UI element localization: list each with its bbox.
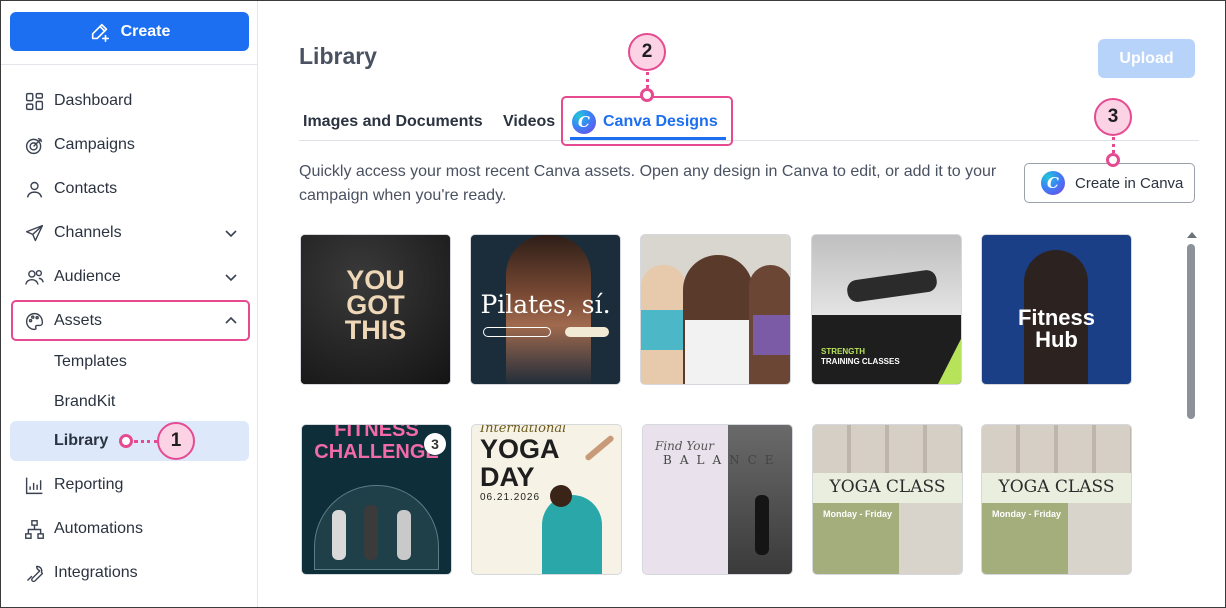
sidebar-item-reporting[interactable]: Reporting [10,466,249,504]
create-in-canva-button[interactable]: C Create in Canva [1024,163,1195,203]
pencil-plus-icon [91,23,109,42]
design-text: THIS [344,315,407,345]
design-text: Pilates, sí. [480,290,611,319]
design-text: TRAINING CLASSES [821,357,900,366]
callout-3-anchor [1106,153,1120,167]
callout-2-anchor [640,88,654,102]
design-thumbnail-yoga-day[interactable]: International YOGA DAY 06.21.2026 [471,424,622,575]
callout-2: 2 [628,33,666,71]
sidebar-item-dashboard[interactable]: Dashboard [10,82,249,120]
design-text: YOGA CLASS [829,477,946,497]
sidebar: Create Dashboard Campaigns Contacts Chan… [1,1,258,607]
app-window: Create Dashboard Campaigns Contacts Chan… [0,0,1226,608]
design-text: Fitness [1017,305,1096,330]
design-text: YOGA CLASS [998,477,1115,497]
sidebar-subitem-brandkit[interactable]: BrandKit [10,382,249,422]
canva-logo-icon: C [572,110,596,134]
sidebar-item-label: Contacts [54,180,118,197]
callout-3: 3 [1094,98,1132,136]
person-icon [23,178,45,200]
design-text: STRENGTH [821,347,865,356]
chart-icon [23,474,45,496]
sidebar-item-label: Assets [54,312,103,329]
scrollbar-thumb[interactable] [1187,244,1195,419]
sidebar-item-label: Integrations [54,564,138,581]
create-button[interactable]: Create [10,12,249,51]
sidebar-item-channels[interactable]: Channels [10,214,249,252]
tabs-divider [299,140,1199,141]
design-text: Monday - Friday [823,509,893,519]
tab-videos[interactable]: Videos [503,113,555,131]
sidebar-divider [1,64,257,65]
upload-button[interactable]: Upload [1098,39,1195,78]
callout-2-connector [646,72,649,88]
design-thumbnail-strength-training[interactable]: STRENGTH TRAINING CLASSES [811,234,962,385]
sidebar-subitem-templates[interactable]: Templates [10,342,249,382]
callout-1-anchor [119,434,133,448]
page-title: Library [299,43,377,69]
palette-icon [23,310,45,332]
sidebar-item-label: Automations [54,520,143,537]
design-text: 06.21.2026 [480,492,541,503]
wrench-icon [23,562,45,584]
design-thumbnail-you-got-this[interactable]: YOU GOT THIS [300,234,451,385]
design-text: BALANCE [663,453,782,467]
design-thumbnail-yoga-class-2[interactable]: YOGA CLASS Monday - Friday [981,424,1132,575]
design-thumbnail-friends-photo[interactable] [640,234,791,385]
chevron-up-icon[interactable] [223,313,239,329]
create-button-label: Create [120,22,171,40]
design-text: Monday - Friday [992,509,1062,519]
sidebar-item-label: Channels [54,224,122,241]
design-text: Find Your [655,439,714,453]
sidebar-item-integrations[interactable]: Integrations [10,554,249,592]
dashboard-icon [23,90,45,112]
paper-plane-icon [23,222,45,244]
create-in-canva-label: Create in Canva [1075,174,1184,192]
sidebar-subitem-label: Library [54,432,109,449]
sidebar-subitem-label: BrandKit [54,393,116,410]
sidebar-item-contacts[interactable]: Contacts [10,170,249,208]
sidebar-item-label: Campaigns [54,136,135,153]
sidebar-item-label: Audience [54,268,121,285]
tab-images-and-documents[interactable]: Images and Documents [303,113,483,131]
sidebar-subitem-label: Templates [54,353,127,370]
active-tab-indicator [570,137,726,140]
sidebar-item-label: Dashboard [54,92,133,109]
tab-canva-designs[interactable]: C Canva Designs [572,107,718,137]
tab-label: Canva Designs [603,113,718,130]
chevron-down-icon[interactable] [223,225,239,241]
sidebar-item-label: Reporting [54,476,124,493]
design-thumbnail-fitness-hub[interactable]: Fitness Hub [981,234,1132,385]
design-text: Hub [1035,327,1078,352]
flow-icon [23,518,45,540]
design-text: DAY [480,462,535,492]
count-badge: 3 [424,433,446,455]
chevron-down-icon[interactable] [223,269,239,285]
scroll-up-arrow-icon[interactable] [1187,232,1197,238]
design-thumbnail-find-your-balance[interactable]: Find Your BALANCE [642,424,793,575]
sidebar-item-audience[interactable]: Audience [10,258,249,296]
canva-logo-icon: C [1041,171,1065,195]
sidebar-item-automations[interactable]: Automations [10,510,249,548]
library-description: Quickly access your most recent Canva as… [299,163,997,204]
target-icon [23,134,45,156]
callout-1: 1 [157,422,195,460]
callout-3-connector [1112,137,1115,153]
people-icon [23,266,45,288]
design-thumbnail-yoga-class-1[interactable]: YOGA CLASS Monday - Friday [812,424,963,575]
design-text: YOGA [480,434,560,464]
design-thumbnail-pilates[interactable]: Pilates, sí. [470,234,621,385]
design-thumbnail-fitness-challenge[interactable]: FITNESS CHALLENGE 3 [301,424,452,575]
callout-1-connector [134,440,158,443]
sidebar-item-assets[interactable]: Assets [10,302,249,340]
sidebar-item-campaigns[interactable]: Campaigns [10,126,249,164]
